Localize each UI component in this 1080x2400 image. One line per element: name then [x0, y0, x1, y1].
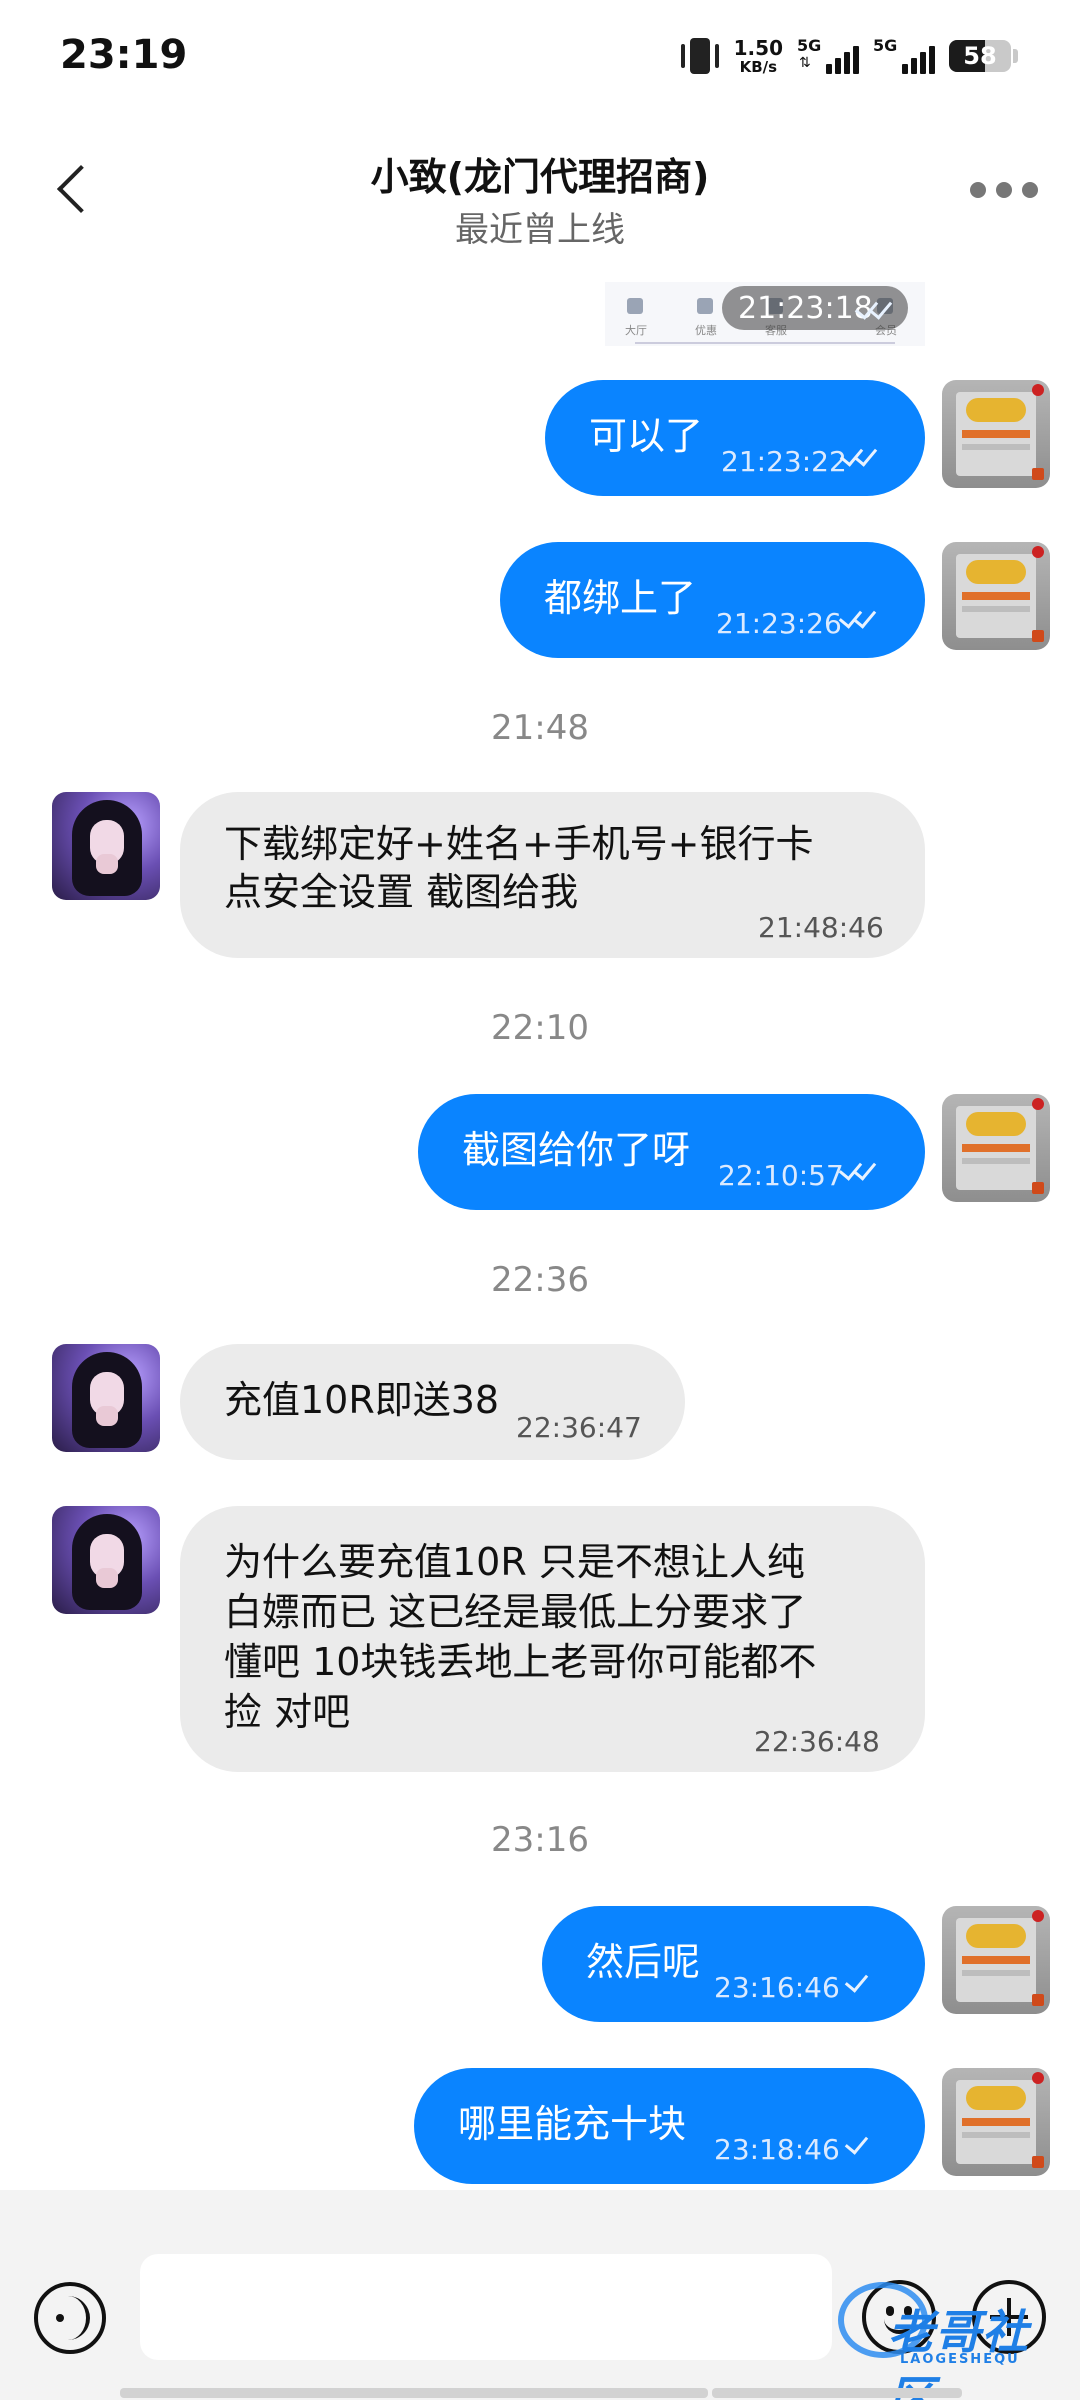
watermark-logo: 老哥社区 LAOGESHEQU — [838, 2272, 1068, 2400]
contact-avatar[interactable] — [52, 792, 160, 900]
message-line: 懂吧 10块钱丢地上老哥你可能都不 — [224, 1640, 817, 1684]
message-line: 为什么要充值10R 只是不想让人纯 — [224, 1540, 805, 1584]
message-line: 捡 对吧 — [224, 1690, 351, 1734]
sent-checkmark-icon — [842, 1970, 866, 1992]
message-time: 23:16:46 — [714, 1971, 840, 2004]
data-arrows-icon: ⇅ — [799, 55, 811, 71]
time-separator: 22:36 — [491, 1260, 589, 1300]
message-time: 21:23:22 — [721, 445, 847, 478]
vibrate-icon — [680, 36, 720, 76]
read-checkmarks-icon — [854, 297, 898, 319]
contact-avatar[interactable] — [52, 1506, 160, 1614]
message-list[interactable]: 大厅 优惠 客服 会员 21:23:18 可以了 21:23:22 都绑上了 2… — [0, 260, 1080, 2190]
read-checkmarks-icon — [838, 1158, 882, 1180]
message-text: 哪里能充十块 — [458, 2102, 687, 2146]
read-checkmarks-icon — [839, 444, 883, 466]
read-checkmarks-icon — [838, 606, 882, 628]
status-icons: 1.50 KB/s 5G ⇅ 5G 58 — [680, 36, 1018, 76]
message-time: 21:23:26 — [716, 607, 842, 640]
network-speed-unit: KB/s — [739, 57, 778, 76]
chat-header: 小致(龙门代理招商) 最近曾上线 — [0, 110, 1080, 260]
outgoing-message[interactable]: 都绑上了 21:23:26 — [500, 542, 925, 658]
image-timestamp: 21:23:18 — [722, 286, 908, 330]
outgoing-message[interactable]: 哪里能充十块 23:18:46 — [414, 2068, 925, 2184]
sent-checkmark-icon — [842, 2132, 866, 2154]
watermark-latin: LAOGESHEQU — [900, 2352, 1020, 2367]
message-text: 然后呢 — [586, 1940, 701, 1984]
battery-level: 58 — [963, 42, 997, 70]
message-time: 22:10:57 — [718, 1159, 844, 1192]
nav-handle — [372, 2388, 708, 2398]
incoming-message[interactable]: 充值10R即送38 22:36:47 — [180, 1344, 685, 1460]
message-input[interactable] — [140, 2254, 832, 2360]
message-text: 截图给你了呀 — [462, 1128, 691, 1172]
message-text: 可以了 — [589, 414, 704, 458]
message-line: 点安全设置 截图给我 — [224, 870, 579, 914]
incoming-message[interactable]: 下载绑定好+姓名+手机号+银行卡 点安全设置 截图给我 21:48:46 — [180, 792, 925, 958]
nav-handle — [712, 2388, 962, 2398]
battery-cap — [1013, 49, 1018, 63]
tab-label: 大厅 — [625, 324, 647, 337]
message-line: 充值10R即送38 — [224, 1378, 500, 1422]
message-text: 都绑上了 — [544, 576, 697, 620]
tab-label: 优惠 — [695, 324, 717, 337]
message-line: 下载绑定好+姓名+手机号+银行卡 — [224, 822, 814, 866]
network-speed: 1.50 KB/s — [734, 38, 783, 75]
time-separator: 21:48 — [491, 708, 589, 748]
self-avatar[interactable] — [942, 1094, 1050, 1202]
outgoing-message[interactable]: 然后呢 23:16:46 — [542, 1906, 925, 2022]
incoming-message[interactable]: 为什么要充值10R 只是不想让人纯 白嫖而已 这已经是最低上分要求了 懂吧 10… — [180, 1506, 925, 1772]
image-time-text: 21:23:18 — [738, 291, 873, 326]
contact-avatar[interactable] — [52, 1344, 160, 1452]
last-seen-status: 最近曾上线 — [455, 210, 625, 250]
network-speed-value: 1.50 — [733, 35, 783, 60]
sim1-label: 5G — [797, 36, 822, 55]
self-avatar[interactable] — [942, 542, 1050, 650]
chat-title[interactable]: 小致(龙门代理招商) — [0, 146, 1080, 201]
status-time: 23:19 — [60, 32, 188, 78]
nav-handle — [120, 2388, 410, 2398]
message-line: 白嫖而已 这已经是最低上分要求了 — [224, 1590, 807, 1634]
watermark-text: 老哥社区 — [888, 2305, 1029, 2400]
self-avatar[interactable] — [942, 1906, 1050, 2014]
time-separator: 23:16 — [491, 1820, 589, 1860]
more-button[interactable] — [970, 182, 1038, 198]
message-time: 22:36:47 — [516, 1411, 642, 1444]
signal-icon: 5G — [873, 36, 935, 76]
outgoing-message[interactable]: 可以了 21:23:22 — [545, 380, 925, 496]
battery-icon: 58 — [949, 40, 1011, 72]
signal-icon: 5G ⇅ — [797, 36, 859, 76]
self-avatar[interactable] — [942, 2068, 1050, 2176]
sim2-label: 5G — [873, 36, 898, 55]
voice-icon[interactable] — [34, 2282, 106, 2354]
status-bar: 23:19 1.50 KB/s 5G ⇅ 5G 58 — [0, 0, 1080, 110]
outgoing-message[interactable]: 截图给你了呀 22:10:57 — [418, 1094, 925, 1210]
message-time: 23:18:46 — [714, 2133, 840, 2166]
time-separator: 22:10 — [491, 1008, 589, 1048]
message-time: 21:48:46 — [758, 911, 884, 944]
message-time: 22:36:48 — [754, 1725, 880, 1758]
self-avatar[interactable] — [942, 380, 1050, 488]
